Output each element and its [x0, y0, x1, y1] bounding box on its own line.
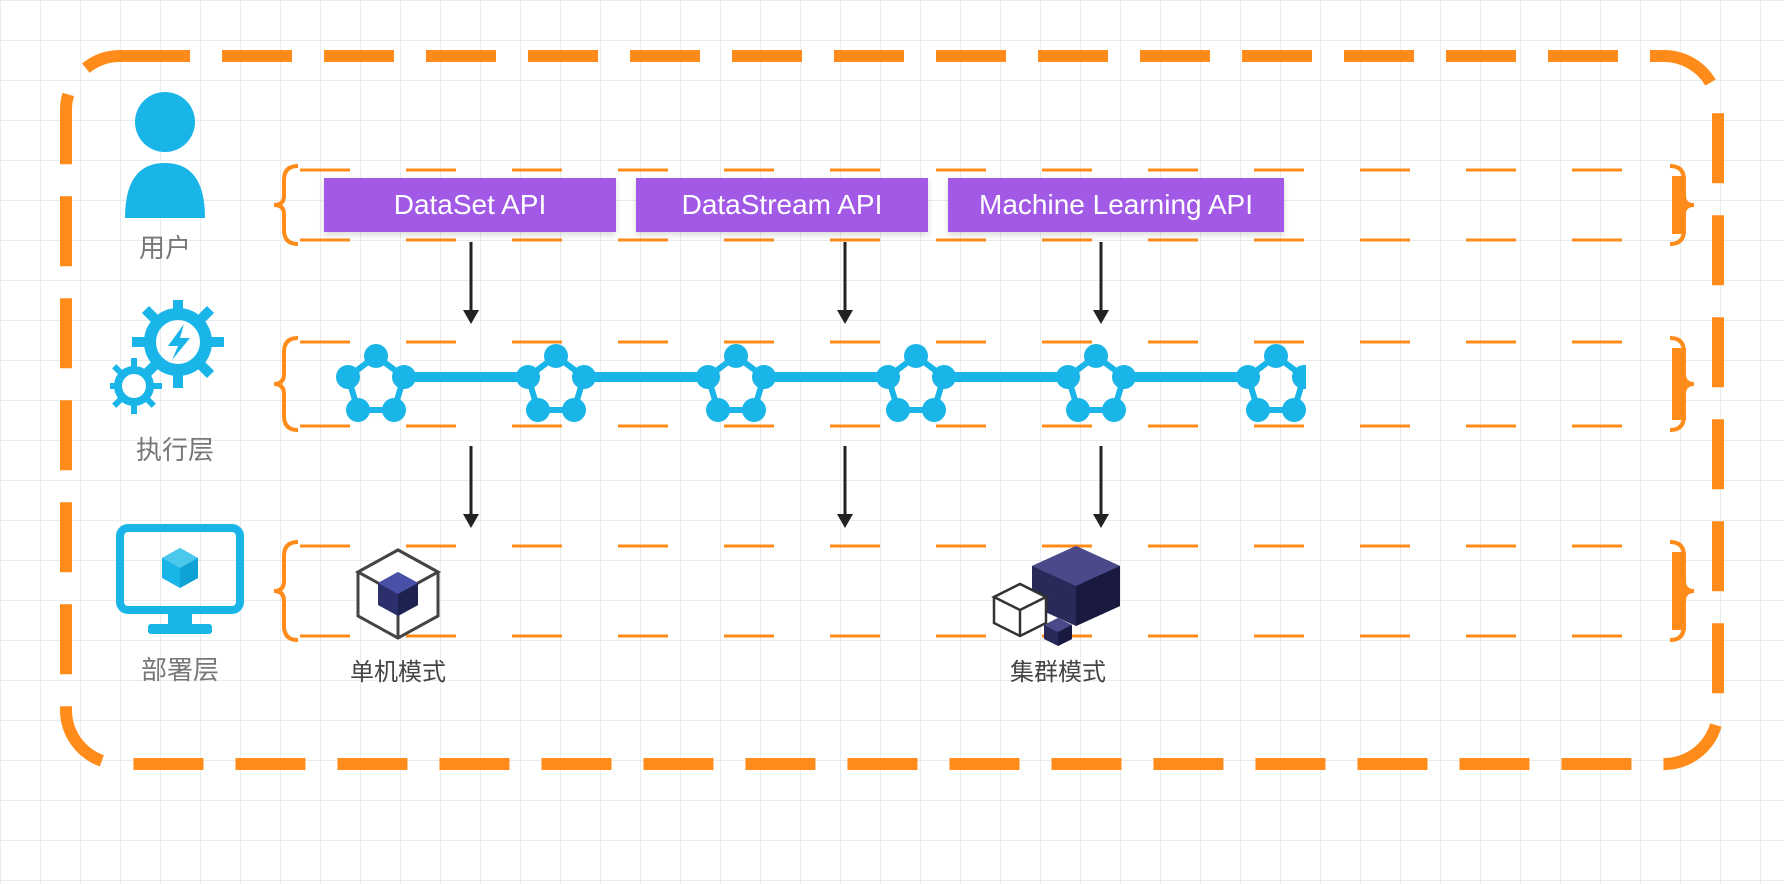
- arrow-down-icon: [456, 238, 486, 328]
- api-box-datastream: DataStream API: [636, 178, 928, 232]
- arrow-down-icon: [1086, 442, 1116, 532]
- arrow-down-icon: [456, 442, 486, 532]
- api-box-label: Machine Learning API: [979, 189, 1253, 221]
- graph-pentagon-chain: [326, 338, 1306, 434]
- arrow-down-icon: [1086, 238, 1116, 328]
- cluster-cubes-icon: [976, 540, 1136, 650]
- cluster-mode-label: 集群模式: [1010, 652, 1106, 687]
- user-layer-icon-block: 用户: [110, 88, 220, 265]
- arrow-down-icon: [830, 442, 860, 532]
- deployment-layer-label: 部署层: [141, 650, 219, 687]
- execution-layer-icon-block: 执行层: [110, 300, 240, 467]
- user-layer-label: 用户: [139, 228, 191, 265]
- arrow-down-icon: [830, 238, 860, 328]
- gear-lightning-icon: [110, 300, 240, 420]
- api-box-label: DataStream API: [682, 189, 883, 221]
- execution-layer-label: 执行层: [136, 430, 214, 467]
- monitor-cube-icon: [110, 520, 250, 640]
- api-box-ml: Machine Learning API: [948, 178, 1284, 232]
- deployment-layer-icon-block: 部署层: [110, 520, 250, 687]
- standalone-mode-label: 单机模式: [350, 652, 446, 687]
- user-icon: [110, 88, 220, 218]
- api-box-dataset: DataSet API: [324, 178, 616, 232]
- standalone-cube-icon: [348, 544, 448, 644]
- api-box-label: DataSet API: [394, 189, 547, 221]
